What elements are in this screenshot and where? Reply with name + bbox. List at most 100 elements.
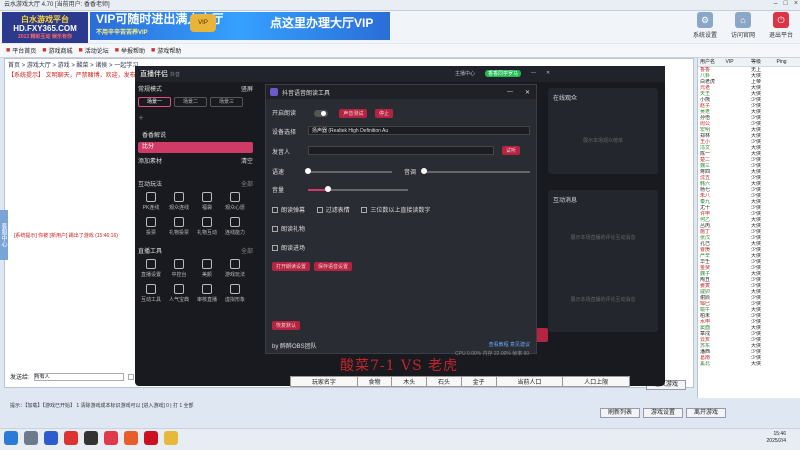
app-icon[interactable]	[84, 431, 98, 445]
interact-all-link[interactable]: 全部	[241, 179, 253, 188]
table-header-cell[interactable]: 食物	[356, 376, 393, 387]
interact-item[interactable]: 福袋	[194, 192, 220, 211]
interact-item[interactable]: 礼物投票	[166, 217, 192, 236]
save-settings-button[interactable]: 保存语音设置	[314, 262, 353, 271]
speaker-select[interactable]	[308, 146, 494, 155]
tool-item[interactable]: 互动工具	[138, 284, 164, 303]
user-row[interactable]: 奚北 大侠	[698, 361, 800, 367]
tool-item[interactable]: 游戏玩法	[222, 259, 248, 278]
source-item-selected[interactable]: 比分	[138, 142, 253, 153]
table-header-cell[interactable]: 当前人口	[495, 376, 564, 387]
vip-banner[interactable]: VIP可随时进出满人大厅 点这里办理大厅VIP 不用辛辛苦苦养VIP	[90, 12, 390, 40]
table-header-cell[interactable]: 木头	[391, 376, 428, 387]
stop-button[interactable]: 停止	[375, 109, 394, 118]
col-vip[interactable]: VIP	[724, 58, 750, 66]
toolbar-label: 游戏帮助	[157, 49, 182, 55]
close-icon[interactable]: ×	[794, 0, 798, 11]
table-header-cell[interactable]: 石头	[426, 376, 462, 387]
open-settings-button[interactable]: 打开朗读设置	[272, 262, 311, 271]
maximize-icon[interactable]: □	[784, 0, 788, 11]
website-button[interactable]: ⌂ 访问官网	[728, 12, 758, 39]
logo: 白水游戏平台 HD.FXY365.COM 2013 精彩互动 娱乐有你	[2, 12, 88, 43]
table-header-cell[interactable]: 玩家名字	[290, 376, 358, 387]
anchor-center-link[interactable]: 主播中心	[455, 70, 475, 77]
voice-test-button[interactable]: 声音测试	[339, 109, 368, 118]
pitch-knob[interactable]	[421, 168, 427, 174]
close-icon[interactable]: ✕	[525, 89, 530, 96]
tool-item[interactable]: 虚拟形象	[222, 284, 248, 303]
interact-item[interactable]: 连线能力	[222, 217, 248, 236]
read-danmaku-checkbox[interactable]	[272, 207, 278, 214]
orientation-toggle[interactable]: 竖屏	[241, 84, 253, 93]
app-icon[interactable]	[104, 431, 118, 445]
service-tab[interactable]: 客服中心	[0, 210, 8, 260]
reset-button[interactable]: 恢复默认	[272, 321, 301, 330]
interact-item[interactable]: 投票	[138, 217, 164, 236]
system-notice: 【系统提示】 文明聊天，严禁赌博，欢迎，发布前请。	[8, 73, 154, 79]
tool-item[interactable]: 美颜	[194, 259, 220, 278]
interact-item[interactable]: PK连线	[138, 192, 164, 211]
listen-button[interactable]: 试听	[502, 146, 521, 155]
game-settings-button[interactable]: 游戏设置	[643, 408, 683, 418]
col-ping[interactable]: Ping	[775, 58, 800, 66]
tools-header: 直播工具 全部	[138, 246, 253, 255]
app-icon[interactable]	[124, 431, 138, 445]
add-scene-icon[interactable]: ＋	[138, 113, 253, 122]
game-stats-table: 玩家名字 食物 木头 石头 金子 当前人口 人口上限	[290, 376, 630, 427]
col-level[interactable]: 等级	[749, 58, 775, 66]
device-select[interactable]: 扬声器 (Realtek High Definition Au	[308, 126, 530, 135]
interact-item[interactable]: 礼物互动	[194, 217, 220, 236]
mode-label[interactable]: 常规模式	[138, 87, 162, 93]
source-item[interactable]: 香香解说	[138, 131, 253, 142]
minimize-icon[interactable]: —	[507, 89, 513, 95]
read-gift-checkbox[interactable]	[272, 226, 278, 233]
table-header-cell[interactable]: 金子	[460, 376, 497, 387]
tool-item[interactable]: 人气宝典	[166, 284, 192, 303]
tool-item[interactable]: 审核直播	[194, 284, 220, 303]
col-name[interactable]: 用户名	[698, 58, 724, 66]
scene-tab[interactable]: 场景二	[174, 97, 207, 107]
tools-all-link[interactable]: 全部	[241, 246, 253, 255]
speed-knob[interactable]	[305, 168, 311, 174]
app-icon[interactable]	[44, 431, 58, 445]
tool-icon	[230, 284, 240, 294]
digits-checkbox[interactable]	[361, 207, 368, 214]
minimize-icon[interactable]: –	[774, 0, 778, 11]
private-checkbox[interactable]	[127, 373, 134, 380]
tool-item[interactable]: 中控台	[166, 259, 192, 278]
scene-tab[interactable]: 场景一	[138, 97, 171, 107]
footer-links[interactable]: 查看教程 意见建议	[489, 341, 530, 348]
account-name[interactable]: 香香同学罗马	[485, 70, 522, 77]
interact-item[interactable]: 观众心愿	[222, 192, 248, 211]
toolbar-home[interactable]: ■ 平台首页	[6, 46, 36, 55]
digits-label: 三位数以上直接读数字	[370, 208, 431, 214]
app-icon[interactable]	[144, 431, 158, 445]
app-icon[interactable]	[164, 431, 178, 445]
toolbar-forum[interactable]: ■ 活动论坛	[79, 46, 109, 55]
clear-button[interactable]: 清空	[241, 156, 253, 165]
interact-item[interactable]: 观众连线	[166, 192, 192, 211]
tool-item[interactable]: 直播设置	[138, 259, 164, 278]
read-enter-checkbox[interactable]	[272, 245, 278, 252]
add-source-button[interactable]: 添加素材	[138, 159, 162, 165]
speed-slider[interactable]	[308, 171, 392, 173]
start-toggle[interactable]	[313, 109, 328, 117]
toolbar-help[interactable]: ■ 游戏帮助	[151, 46, 181, 55]
volume-knob[interactable]	[325, 186, 331, 192]
pitch-slider[interactable]	[424, 171, 530, 173]
settings-button[interactable]: ⚙ 系统设置	[690, 12, 720, 39]
scene-tab[interactable]: 场景三	[210, 97, 243, 107]
toolbar-shop[interactable]: ■ 游戏商城	[42, 46, 72, 55]
start-icon[interactable]	[4, 431, 18, 445]
exit-button[interactable]: ⏻ 退出平台	[766, 12, 796, 39]
table-header-cell[interactable]: 人口上限	[562, 376, 630, 387]
close-icon[interactable]: ✕	[546, 70, 550, 77]
minimize-icon[interactable]: —	[531, 70, 536, 77]
search-icon[interactable]	[24, 431, 38, 445]
toolbar-report[interactable]: ■ 举报帮助	[115, 46, 145, 55]
leave-game-button[interactable]: 离开游戏	[686, 408, 726, 418]
window-controls[interactable]: – □ ×	[774, 0, 798, 11]
chat-target[interactable]	[33, 372, 124, 381]
app-icon[interactable]	[64, 431, 78, 445]
filter-emoji-checkbox[interactable]	[316, 207, 323, 214]
